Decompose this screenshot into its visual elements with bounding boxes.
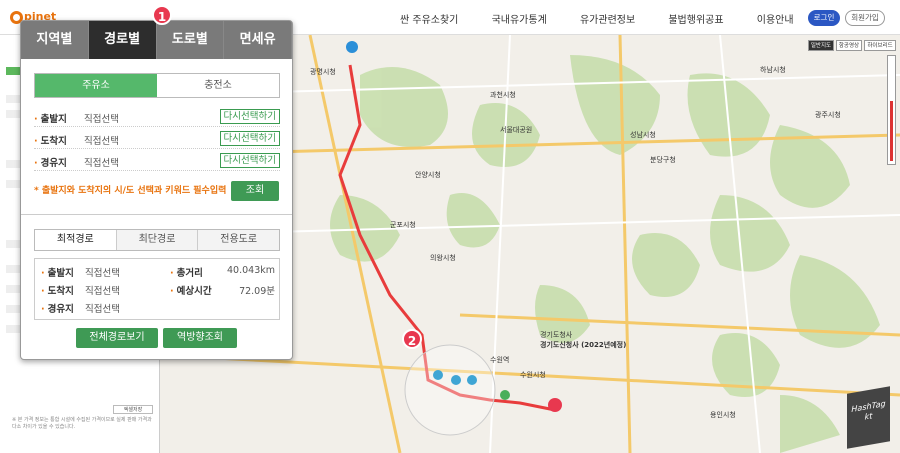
map-label: 분당구청	[650, 156, 676, 164]
end-reselect-button[interactable]: 다시선택하기	[219, 131, 280, 146]
map-type-normal[interactable]: 일반지도	[808, 40, 834, 51]
result-end: 도착지 직접선택	[41, 283, 120, 297]
callout-badge-2: 2	[402, 329, 422, 349]
login-button[interactable]: 로그인	[808, 10, 840, 26]
result-time: 예상시간 72.09분	[170, 283, 275, 297]
search-button[interactable]: 조회	[231, 181, 279, 201]
view-full-route-button[interactable]: 전체경로보기	[76, 328, 158, 348]
tab-by-route[interactable]: 경로별	[88, 21, 157, 59]
tab-by-region[interactable]: 지역별	[21, 21, 89, 59]
search-type-tabs: 지역별 경로별 도로별 면세유	[21, 21, 292, 59]
route-search-panel: 지역별 경로별 도로별 면세유 주유소 충전소 출발지 직접선택 다시선택하기 …	[20, 20, 293, 360]
nav-oil-info[interactable]: 유가관련정보	[580, 15, 635, 26]
nav-guide[interactable]: 이용안내	[757, 15, 794, 26]
start-marker[interactable]	[346, 41, 358, 53]
tab-expressway[interactable]: 전용도로	[198, 230, 280, 250]
main-nav: 싼 주유소찾기 국내유가통계 유가관련정보 불법행위공표 이용안내	[400, 11, 824, 26]
zoom-slider[interactable]	[887, 55, 896, 165]
nav-cheap-station[interactable]: 싼 주유소찾기	[400, 15, 458, 26]
result-start-label: 출발지	[41, 268, 74, 279]
end-marker[interactable]	[548, 398, 562, 412]
brand-sub: kt	[864, 411, 873, 422]
station-marker[interactable]	[467, 375, 477, 385]
map-label: 하남시청	[760, 66, 786, 74]
via-label: 경유지	[34, 155, 67, 169]
required-input-warning: * 출발지와 도착지의 시/도 선택과 키워드 필수입력	[34, 186, 227, 196]
map-label: 과천시청	[490, 91, 516, 99]
nav-domestic-stats[interactable]: 국내유가통계	[492, 15, 547, 26]
tab-optimal-route[interactable]: 최적경로	[35, 230, 117, 250]
map-label: 광명시청	[310, 68, 336, 76]
result-time-value: 72.09분	[239, 286, 275, 297]
magnify-circle	[404, 344, 496, 436]
result-distance-label: 총거리	[170, 268, 203, 279]
result-via-value: 직접선택	[85, 304, 120, 315]
map-label: 성남시청	[630, 131, 656, 139]
via-value: 직접선택	[84, 158, 119, 169]
station-marker[interactable]	[451, 375, 461, 385]
result-time-label: 예상시간	[170, 286, 212, 297]
map-label: 수원시청	[520, 371, 546, 379]
start-reselect-button[interactable]: 다시선택하기	[219, 109, 280, 124]
price-note: ※ 본 가격 정보는 통합 시설에 수집된 가격이므로 실제 판매 가격과 다소…	[12, 417, 152, 430]
result-distance-value: 40.043km	[227, 265, 275, 276]
via-reselect-button[interactable]: 다시선택하기	[219, 153, 280, 168]
result-start-value: 직접선택	[85, 268, 120, 279]
map-type-hybrid[interactable]: 하이브리드	[864, 40, 896, 51]
join-button[interactable]: 회원가입	[845, 10, 885, 26]
end-selector-row: 도착지 직접선택 다시선택하기	[34, 130, 280, 149]
hashtag-watermark: HashTag kt	[847, 386, 890, 449]
callout-badge-1: 1	[152, 5, 172, 25]
route-result-box: 출발지 직접선택 도착지 직접선택 경유지 직접선택 총거리 40.043km …	[34, 258, 280, 320]
station-marker[interactable]	[500, 390, 510, 400]
map-label: 의왕시청	[430, 254, 456, 262]
nav-illegal-disclosure[interactable]: 불법행위공표	[668, 15, 723, 26]
result-via-label: 경유지	[41, 304, 74, 315]
map-label: 서울대공원	[500, 126, 533, 134]
start-value: 직접선택	[84, 114, 119, 125]
tab-shortest-route[interactable]: 최단경로	[116, 230, 199, 250]
result-distance: 총거리 40.043km	[170, 265, 275, 279]
result-start: 출발지 직접선택	[41, 265, 120, 279]
route-option-tabs: 최적경로 최단경로 전용도로	[34, 229, 280, 251]
fuel-type-tabs: 주유소 충전소	[34, 73, 280, 98]
result-end-value: 직접선택	[85, 286, 120, 297]
map-label: 용인시청	[710, 411, 736, 419]
tab-charging-station[interactable]: 충전소	[157, 74, 279, 97]
excel-save-button[interactable]: 엑셀저장	[113, 405, 153, 414]
result-via: 경유지 직접선택	[41, 301, 120, 315]
via-selector-row: 경유지 직접선택 다시선택하기	[34, 152, 280, 171]
map-label: 경기도신청사 (2022년예정)	[540, 341, 627, 349]
map-type-aerial[interactable]: 항공영상	[836, 40, 862, 51]
result-end-label: 도착지	[41, 286, 74, 297]
end-label: 도착지	[34, 133, 67, 147]
zoom-level-fill	[890, 101, 893, 161]
start-label: 출발지	[34, 111, 67, 125]
tab-gas-station[interactable]: 주유소	[35, 74, 157, 97]
map-label: 수원역	[490, 356, 510, 364]
reverse-search-button[interactable]: 역방향조회	[163, 328, 237, 348]
map-label: 광주시청	[815, 111, 841, 119]
end-value: 직접선택	[84, 136, 119, 147]
map-label: 안양시청	[415, 171, 441, 179]
map-label: 군포시청	[390, 221, 416, 229]
map-label: 경기도청사	[540, 331, 573, 339]
start-selector-row: 출발지 직접선택 다시선택하기	[34, 108, 280, 127]
tab-by-road[interactable]: 도로별	[156, 21, 225, 59]
panel-divider	[21, 214, 292, 215]
station-marker[interactable]	[433, 370, 443, 380]
tab-tax-free[interactable]: 면세유	[224, 21, 292, 59]
